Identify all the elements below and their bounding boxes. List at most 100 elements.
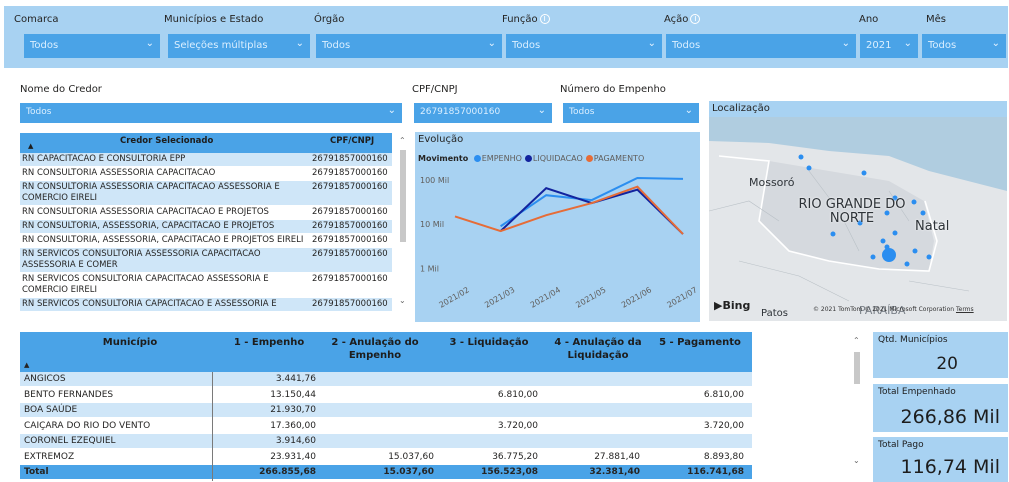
credor-cpf: 26791857000160 [312, 274, 388, 284]
y-tick-label: 10 Mil [420, 220, 444, 229]
credor-row[interactable]: RN SERVICOS CONSULTORIA ASSESSORIA CAPAC… [20, 248, 392, 273]
map-point[interactable] [920, 210, 926, 216]
series-line-pagamento[interactable] [454, 185, 684, 235]
credor-row[interactable]: RN SERVICOS CONSULTORIA CAPACITACAO E AS… [20, 298, 392, 312]
credor-header-name[interactable]: Credor Selecionado [120, 136, 213, 146]
map-terms-link[interactable]: Terms [956, 306, 974, 313]
credor-label: Nome do Credor [20, 84, 102, 95]
kpi-value: 266,86 Mil [900, 406, 1000, 428]
map-point[interactable] [892, 230, 898, 236]
evolucao-plot: 1 Mil 10 Mil 100 Mil 2021/02 2021/03 2021/04 2… [420, 176, 699, 310]
kpi-value: 20 [936, 354, 958, 374]
empenho-value: Todos [569, 107, 595, 117]
table-row[interactable]: ANGICOS 3.441,76 [20, 372, 752, 387]
table-row[interactable]: CORONEL EZEQUIEL 3.914,60 [20, 434, 752, 449]
scroll-down-icon[interactable]: ⌄ [853, 456, 860, 465]
credor-row[interactable]: RN CAPACITACAO E CONSULTORIA EPP 26791857… [20, 153, 392, 167]
credor-name: RN CONSULTORIA ASSESSORIA CAPACITACAO [22, 168, 216, 178]
map-point[interactable] [798, 154, 804, 160]
mes-label: Mês [926, 14, 946, 25]
credor-row[interactable]: RN CONSULTORIA ASSESSORIA CAPACITACAO E … [20, 206, 392, 220]
municipios-value: Seleções múltiplas [174, 40, 268, 51]
chevron-down-icon: ⌄ [295, 38, 304, 49]
info-icon[interactable]: i [690, 14, 701, 24]
value-cell: 6.810,00 [497, 389, 538, 400]
kpi-total-pago: Total Pago 116,74 Mil [873, 437, 1008, 482]
sort-asc-icon[interactable]: ▲ [28, 142, 33, 150]
ano-dropdown[interactable]: 2021 ⌄ [860, 34, 918, 58]
map-point[interactable] [926, 254, 932, 260]
acao-dropdown[interactable]: Todos ⌄ [666, 34, 856, 58]
evolucao-chart: Evolução Movimento EMPENHO LIQUIDACAO PAGA… [415, 132, 700, 322]
header-anulacao-liquidacao[interactable]: 4 - Anulação da Liquidação [540, 336, 656, 362]
sort-asc-icon[interactable]: ▲ [24, 361, 29, 369]
map-visual[interactable]: Localização Mossoró RIO GRANDE DO NORTE … [709, 101, 1007, 321]
series-line-liquidacao[interactable] [499, 186, 684, 235]
table-row[interactable]: BOA SAÚDE 21.930,70 [20, 403, 752, 418]
map-point[interactable] [880, 238, 886, 244]
scrollbar-thumb[interactable] [854, 352, 860, 384]
value-cell: 156.523,08 [481, 467, 538, 477]
funcao-dropdown[interactable]: Todos ⌄ [506, 34, 662, 58]
credor-header-cpf[interactable]: CPF/CNPJ [330, 136, 374, 146]
orgao-dropdown[interactable]: Todos ⌄ [316, 34, 502, 58]
municipio-table-header: Município ▲ 1 - Empenho 2 - Anulação do … [20, 332, 752, 372]
credor-name: RN CONSULTORIA, ASSESSORIA, CAPACITACAO … [22, 221, 275, 231]
credor-cpf: 26791857000160 [312, 221, 388, 231]
credor-name: RN SERVICOS CONSULTORIA CAPACITACAO ASSE… [22, 274, 269, 295]
municipios-label: Municípios e Estado [164, 14, 264, 25]
map-point[interactable] [830, 231, 836, 237]
chevron-down-icon: ⌄ [991, 38, 1000, 49]
credor-dropdown[interactable]: Todos ⌄ [20, 103, 402, 123]
map-copyright-text: © 2021 TomTom © 2021 Microsoft Corporati… [813, 306, 955, 313]
info-icon[interactable]: i [539, 14, 550, 24]
table-row[interactable]: EXTREMOZ 23.931,40 15.037,60 36.775,20 27.88… [20, 449, 752, 465]
municipio-scrollbar[interactable]: ⌃ ⌄ [852, 336, 862, 472]
table-row[interactable]: BENTO FERNANDES 13.150,44 6.810,00 6.810,00 [20, 387, 752, 403]
cpf-dropdown[interactable]: 26791857000160 ⌄ [414, 103, 552, 123]
credor-row[interactable]: RN SERVICOS CONSULTORIA CAPACITACAO ASSE… [20, 273, 392, 298]
scroll-down-icon[interactable]: ⌄ [399, 296, 406, 305]
header-anulacao-empenho[interactable]: 2 - Anulação do Empenho [320, 336, 430, 362]
header-pagamento[interactable]: 5 - Pagamento [650, 336, 750, 349]
header-empenho[interactable]: 1 - Empenho [224, 336, 314, 349]
funcao-label-wrap: Função i [502, 14, 550, 25]
kpi-title: Total Pago [878, 440, 924, 450]
credor-row[interactable]: RN CONSULTORIA, ASSESSORIA, CAPACITACAO … [20, 234, 392, 248]
value-cell: 13.150,44 [270, 389, 316, 400]
total-row[interactable]: Total 266.855,68 15.037,60 156.523,08 32.381… [20, 465, 752, 480]
scroll-up-icon[interactable]: ⌃ [399, 136, 406, 145]
bing-logo: ▶Bing [714, 299, 751, 312]
map-point[interactable] [870, 254, 876, 260]
credor-name: RN SERVICOS CONSULTORIA CAPACITACAO E AS… [22, 299, 277, 309]
table-row[interactable]: CAIÇARA DO RIO DO VENTO 17.360,00 3.720,00… [20, 418, 752, 434]
credor-row[interactable]: RN CONSULTORIA, ASSESSORIA, CAPACITACAO … [20, 220, 392, 234]
empenho-dropdown[interactable]: Todos ⌄ [563, 103, 699, 123]
header-liquidacao[interactable]: 3 - Liquidação [434, 336, 544, 349]
municipio-name: ANGICOS [24, 374, 66, 384]
comarca-value: Todos [30, 40, 59, 51]
header-municipio[interactable]: Município [80, 336, 180, 349]
credor-row[interactable]: RN CONSULTORIA ASSESSORIA CAPACITACAO AS… [20, 181, 392, 206]
scrollbar-thumb[interactable] [400, 150, 406, 242]
mes-dropdown[interactable]: Todos ⌄ [922, 34, 1006, 58]
kpi-title: Qtd. Municípios [878, 335, 948, 345]
credor-scrollbar[interactable]: ⌃ ⌄ [398, 136, 408, 316]
acao-label: Ação [664, 14, 689, 25]
comarca-dropdown[interactable]: Todos ⌄ [24, 34, 160, 58]
map-point[interactable] [912, 248, 918, 254]
credor-cpf: 26791857000160 [312, 235, 388, 245]
map-point[interactable] [806, 165, 812, 171]
x-tick-label: 2021/02 [438, 285, 471, 309]
y-tick-label: 1 Mil [420, 265, 439, 274]
credor-cpf: 26791857000160 [312, 249, 388, 259]
credor-cpf: 26791857000160 [312, 299, 388, 309]
municipios-dropdown[interactable]: Seleções múltiplas ⌄ [168, 34, 310, 58]
map-point[interactable] [911, 199, 917, 205]
map-point-large[interactable] [882, 248, 896, 262]
chevron-down-icon: ⌄ [537, 105, 546, 116]
map-point[interactable] [861, 170, 867, 176]
scroll-up-icon[interactable]: ⌃ [853, 336, 860, 345]
credor-row[interactable]: RN CONSULTORIA ASSESSORIA CAPACITACAO 267… [20, 167, 392, 181]
map-point[interactable] [904, 261, 910, 267]
